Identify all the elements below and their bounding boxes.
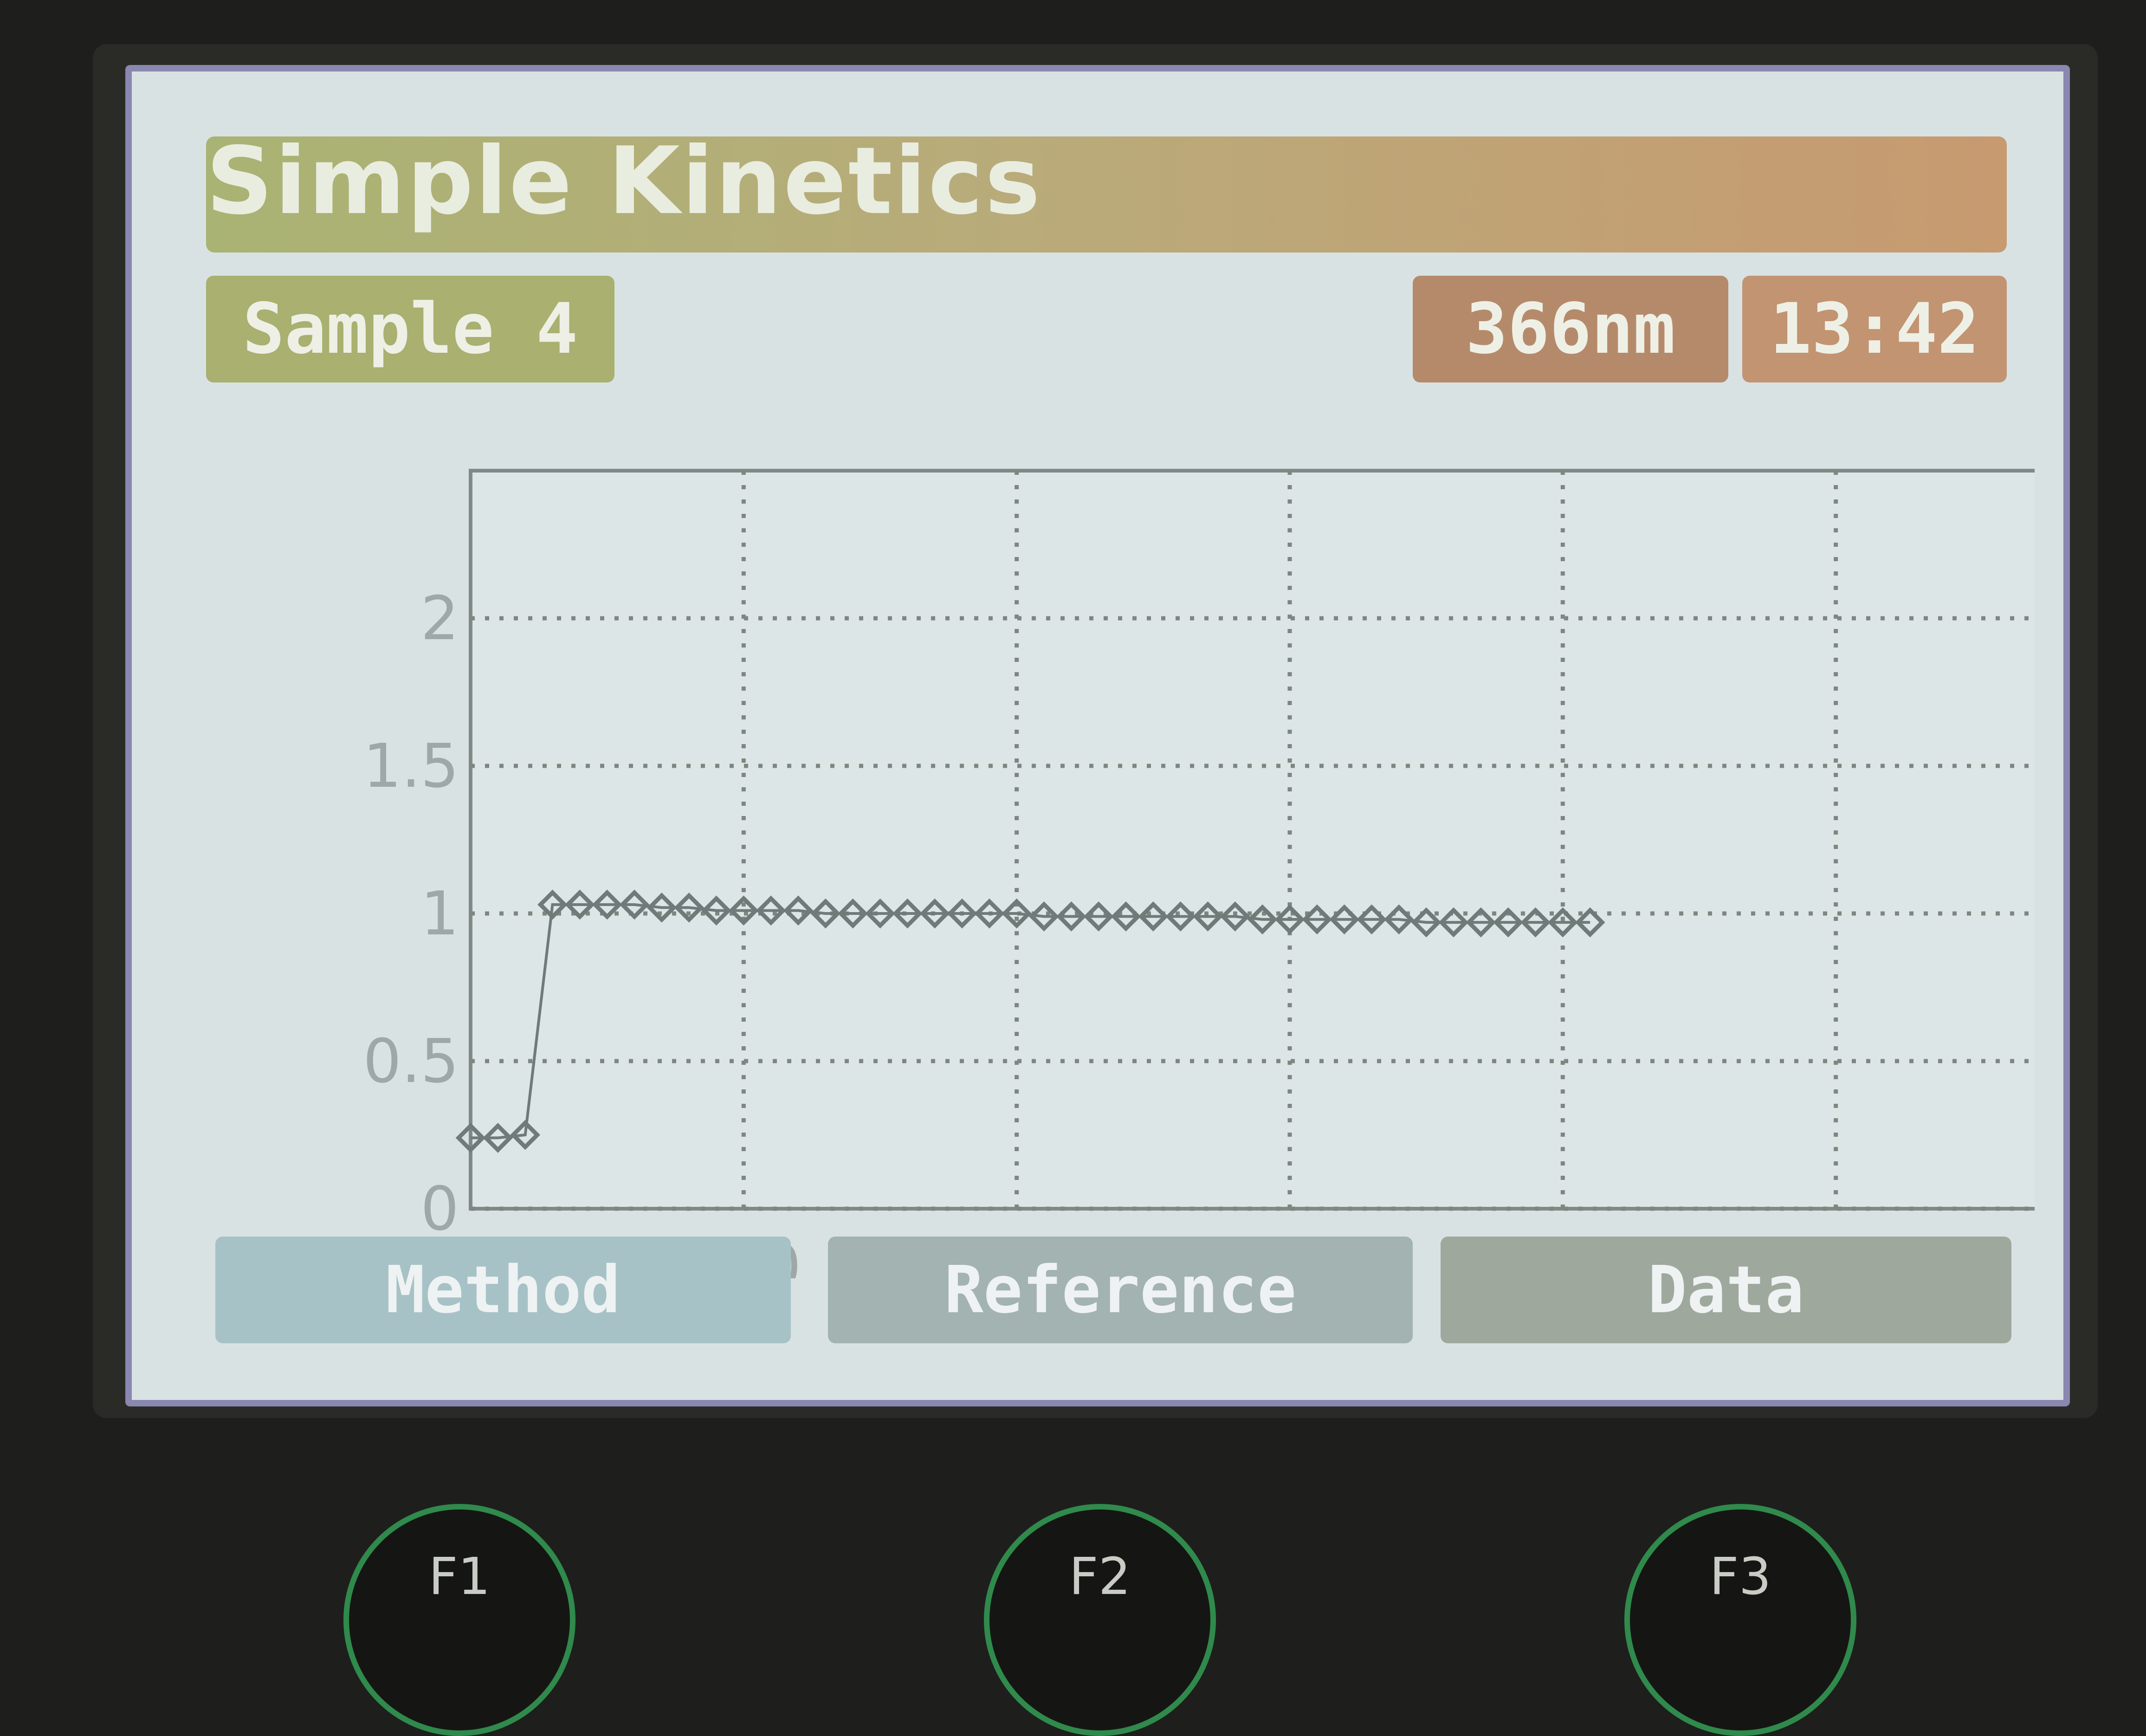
page-title: Simple Kinetics: [206, 127, 1042, 235]
sample-badge: Sample 4: [206, 276, 614, 382]
y-tick-label-2: 1: [420, 878, 459, 949]
wavelength-badge: 366nm: [1413, 276, 1728, 382]
y-tick-label-1: 0.5: [363, 1026, 459, 1096]
kinetics-plot: 010020030040050060000.511.52: [225, 387, 2035, 1278]
f1-button[interactable]: F1: [343, 1504, 575, 1736]
y-tick-label-3: 1.5: [363, 731, 459, 801]
lcd-screen: Simple Kinetics Sample 4 366nm 13:42 0 1 0…: [125, 65, 2070, 1406]
y-tick-label-0: 0: [420, 1173, 459, 1244]
f1-label: F1: [428, 1547, 491, 1606]
reference-softkey[interactable]: Reference: [828, 1237, 1413, 1343]
f2-label: F2: [1069, 1547, 1131, 1606]
y-tick-label-4: 2: [420, 583, 459, 654]
clock-badge: 13:42: [1742, 276, 2007, 382]
data-softkey[interactable]: Data: [1441, 1237, 2011, 1343]
chart-svg: 010020030040050060000.511.52: [363, 469, 2035, 1278]
f3-button[interactable]: F3: [1624, 1504, 1856, 1736]
plot-area: [469, 469, 2035, 1211]
f3-label: F3: [1709, 1547, 1771, 1606]
method-softkey[interactable]: Method: [215, 1237, 791, 1343]
f2-button[interactable]: F2: [984, 1504, 1216, 1736]
